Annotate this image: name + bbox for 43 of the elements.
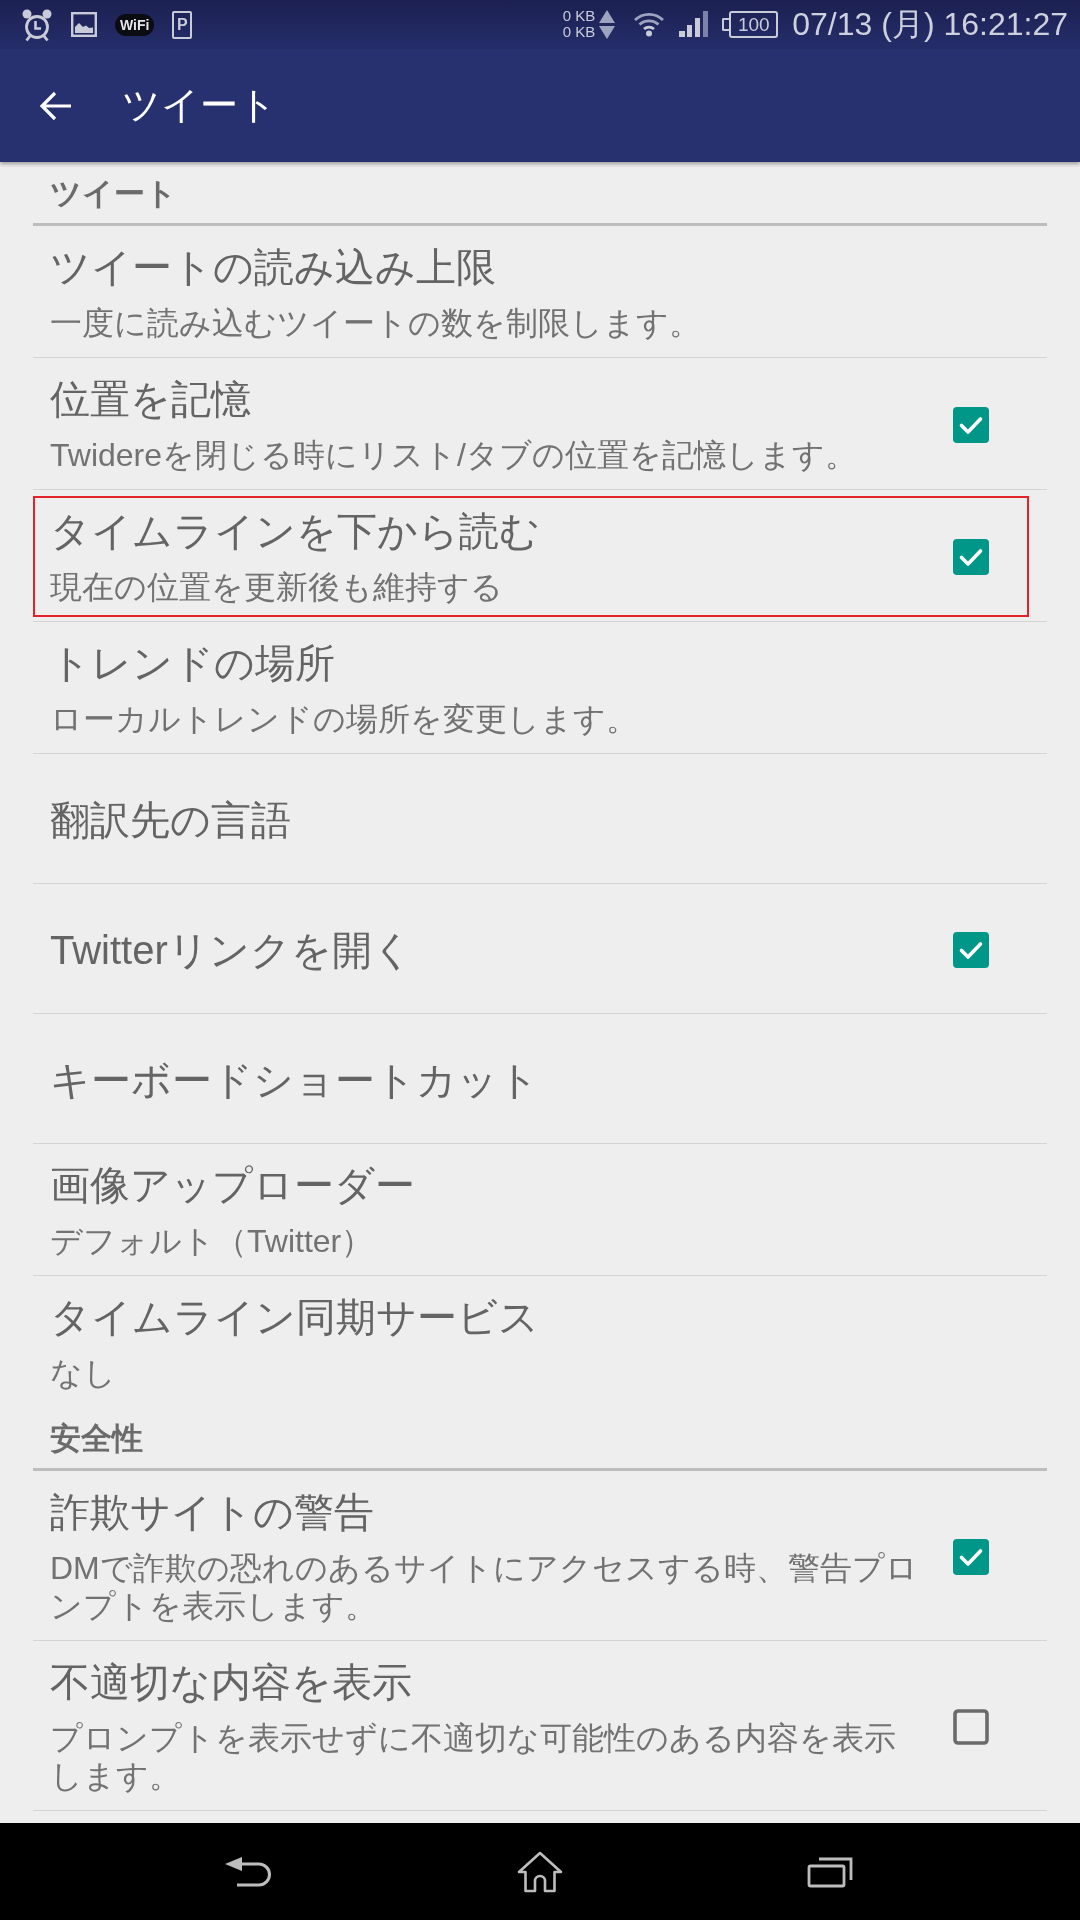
setting-summary: 現在の位置を更新後も維持する <box>50 568 504 606</box>
alarm-clock-icon <box>21 7 53 42</box>
setting-summary: Twidereを閉じる時にリスト/タブの位置を記憶します。 <box>50 436 858 474</box>
home-icon[interactable] <box>517 1850 563 1893</box>
setting-summary: デフォルト（Twitter） <box>50 1222 375 1260</box>
setting-title: 詐欺サイトの警告 <box>50 1489 375 1536</box>
app-bar-title: ツイート <box>122 82 277 128</box>
down-triangle-icon <box>599 26 616 39</box>
checkbox[interactable] <box>953 538 989 575</box>
data-rate-text: 0 KB <box>562 24 596 41</box>
setting-title: ツイートの読み込み上限 <box>50 244 497 291</box>
section-header: 安全性 <box>49 1420 144 1458</box>
setting-title: タイムラインを下から読む <box>50 508 541 555</box>
status-clock: 07/13 (月) 16:21:27 <box>792 6 1068 43</box>
wifi-badge: WiFi <box>115 13 155 36</box>
back-icon[interactable] <box>225 1854 273 1889</box>
setting-summary: ローカルトレンドの場所を変更します。 <box>50 700 639 738</box>
wifi-signal-icon <box>633 11 666 38</box>
setting-title: タイムライン同期サービス <box>50 1294 540 1341</box>
checkbox[interactable] <box>953 1708 989 1745</box>
setting-title: キーボードショートカット <box>50 1056 540 1104</box>
setting-title: 位置を記憶 <box>50 376 252 423</box>
checkbox[interactable] <box>953 931 989 968</box>
checkbox[interactable] <box>953 406 989 443</box>
setting-title: 不適切な内容を表示 <box>50 1659 413 1706</box>
setting-summary: プロンプトを表示せずに不適切な可能性のある内容を表示します。 <box>50 1719 897 1795</box>
setting-summary: 一度に読み込むツイートの数を制限します。 <box>50 304 702 342</box>
battery-indicator: 100 <box>722 11 779 38</box>
setting-title: 翻訳先の言語 <box>50 796 292 844</box>
setting-title: トレンドの場所 <box>50 640 336 687</box>
setting-title: 画像アップローダー <box>50 1162 416 1209</box>
cellular-signal-icon <box>679 11 709 38</box>
checkbox[interactable] <box>953 1538 989 1575</box>
section-header: ツイート <box>49 175 178 213</box>
notification-badge: P <box>172 10 193 39</box>
data-rate-text: 0 KB <box>562 8 596 25</box>
back-arrow-icon[interactable] <box>40 90 72 121</box>
up-triangle-icon <box>599 10 616 23</box>
setting-summary: DMで詐欺の恐れのあるサイトにアクセスする時、警告プロンプトを表示します。 <box>50 1549 919 1625</box>
recent-apps-icon[interactable] <box>807 1855 855 1888</box>
setting-summary: なし <box>50 1354 117 1392</box>
setting-title: Twitterリンクを開く <box>50 926 414 974</box>
image-icon <box>71 12 97 37</box>
